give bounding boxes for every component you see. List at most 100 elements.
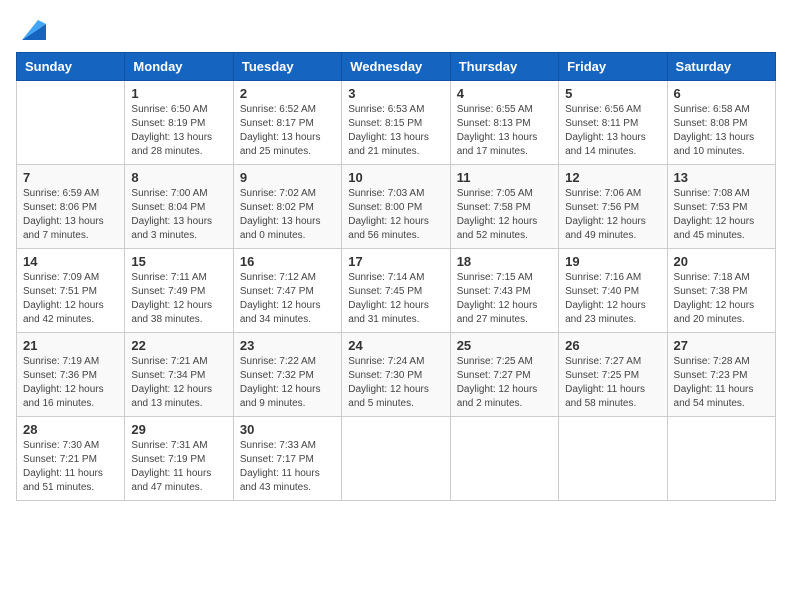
header-saturday: Saturday [667,53,775,81]
calendar-header: SundayMondayTuesdayWednesdayThursdayFrid… [17,53,776,81]
calendar-cell: 9 Sunrise: 7:02 AM Sunset: 8:02 PM Daylig… [233,165,341,249]
day-info: Sunrise: 7:03 AM Sunset: 8:00 PM Dayligh… [348,187,443,243]
day-info: Sunrise: 6:50 AM Sunset: 8:19 PM Dayligh… [131,103,226,159]
day-number: 23 [240,338,335,353]
calendar-cell: 22Sunrise: 7:21 AM Sunset: 7:34 PM Dayli… [125,333,233,417]
header-wednesday: Wednesday [342,53,450,81]
day-number: 6 [674,86,769,101]
calendar-cell: 13Sunrise: 7:08 AM Sunset: 7:53 PM Dayli… [667,165,775,249]
calendar-cell: 16 Sunrise: 7:12 AM Sunset: 7:47 PM Dayli… [233,249,341,333]
calendar-cell [450,417,558,501]
calendar-cell: 1Sunrise: 6:50 AM Sunset: 8:19 PM Daylig… [125,81,233,165]
day-number: 8 [131,170,226,185]
day-number: 18 [457,254,552,269]
calendar-cell: 21 Sunrise: 7:19 AM Sunset: 7:36 PM Dayli… [17,333,125,417]
day-info: Sunrise: 7:05 AM Sunset: 7:58 PM Dayligh… [457,187,552,243]
week-row-4: 28Sunrise: 7:30 AM Sunset: 7:21 PM Dayli… [17,417,776,501]
day-info: Sunrise: 6:56 AM Sunset: 8:11 PM Dayligh… [565,103,660,159]
week-row-1: 7Sunrise: 6:59 AM Sunset: 8:06 PM Daylig… [17,165,776,249]
day-number: 9 [240,170,335,185]
day-info: Sunrise: 6:55 AM Sunset: 8:13 PM Dayligh… [457,103,552,159]
day-info: Sunrise: 6:53 AM Sunset: 8:15 PM Dayligh… [348,103,443,159]
calendar-cell: 10 Sunrise: 7:03 AM Sunset: 8:00 PM Dayli… [342,165,450,249]
calendar-cell: 3Sunrise: 6:53 AM Sunset: 8:15 PM Daylig… [342,81,450,165]
day-info: Sunrise: 7:30 AM Sunset: 7:21 PM Dayligh… [23,439,118,495]
logo-icon [18,16,46,44]
day-info: Sunrise: 7:21 AM Sunset: 7:34 PM Dayligh… [131,355,226,411]
header-sunday: Sunday [17,53,125,81]
calendar-cell: 2 Sunrise: 6:52 AM Sunset: 8:17 PM Daylig… [233,81,341,165]
calendar-cell: 19 Sunrise: 7:16 AM Sunset: 7:40 PM Dayli… [559,249,667,333]
calendar-cell [559,417,667,501]
calendar-cell: 23 Sunrise: 7:22 AM Sunset: 7:32 PM Dayli… [233,333,341,417]
day-number: 2 [240,86,335,101]
header-friday: Friday [559,53,667,81]
day-info: Sunrise: 7:16 AM Sunset: 7:40 PM Dayligh… [565,271,660,327]
header-thursday: Thursday [450,53,558,81]
calendar-cell: 4Sunrise: 6:55 AM Sunset: 8:13 PM Daylig… [450,81,558,165]
day-info: Sunrise: 7:25 AM Sunset: 7:27 PM Dayligh… [457,355,552,411]
day-number: 25 [457,338,552,353]
day-number: 17 [348,254,443,269]
day-number: 24 [348,338,443,353]
calendar-cell: 26Sunrise: 7:27 AM Sunset: 7:25 PM Dayli… [559,333,667,417]
day-number: 5 [565,86,660,101]
calendar-cell: 15 Sunrise: 7:11 AM Sunset: 7:49 PM Dayli… [125,249,233,333]
calendar-cell: 14Sunrise: 7:09 AM Sunset: 7:51 PM Dayli… [17,249,125,333]
calendar-cell: 24 Sunrise: 7:24 AM Sunset: 7:30 PM Dayli… [342,333,450,417]
calendar-cell: 28Sunrise: 7:30 AM Sunset: 7:21 PM Dayli… [17,417,125,501]
calendar-cell: 20Sunrise: 7:18 AM Sunset: 7:38 PM Dayli… [667,249,775,333]
day-info: Sunrise: 7:00 AM Sunset: 8:04 PM Dayligh… [131,187,226,243]
day-info: Sunrise: 7:18 AM Sunset: 7:38 PM Dayligh… [674,271,769,327]
day-info: Sunrise: 7:06 AM Sunset: 7:56 PM Dayligh… [565,187,660,243]
calendar-cell: 8 Sunrise: 7:00 AM Sunset: 8:04 PM Daylig… [125,165,233,249]
calendar-cell: 18 Sunrise: 7:15 AM Sunset: 7:43 PM Dayli… [450,249,558,333]
calendar-cell: 11 Sunrise: 7:05 AM Sunset: 7:58 PM Dayli… [450,165,558,249]
day-number: 12 [565,170,660,185]
day-info: Sunrise: 7:11 AM Sunset: 7:49 PM Dayligh… [131,271,226,327]
day-number: 26 [565,338,660,353]
day-info: Sunrise: 7:14 AM Sunset: 7:45 PM Dayligh… [348,271,443,327]
header-row: SundayMondayTuesdayWednesdayThursdayFrid… [17,53,776,81]
calendar-cell: 25 Sunrise: 7:25 AM Sunset: 7:27 PM Dayli… [450,333,558,417]
calendar-cell: 29 Sunrise: 7:31 AM Sunset: 7:19 PM Dayli… [125,417,233,501]
calendar-cell: 5 Sunrise: 6:56 AM Sunset: 8:11 PM Daylig… [559,81,667,165]
day-number: 19 [565,254,660,269]
calendar-cell [667,417,775,501]
calendar-cell: 7Sunrise: 6:59 AM Sunset: 8:06 PM Daylig… [17,165,125,249]
day-info: Sunrise: 6:52 AM Sunset: 8:17 PM Dayligh… [240,103,335,159]
calendar-cell: 30Sunrise: 7:33 AM Sunset: 7:17 PM Dayli… [233,417,341,501]
day-number: 10 [348,170,443,185]
day-info: Sunrise: 7:22 AM Sunset: 7:32 PM Dayligh… [240,355,335,411]
calendar-body: 1Sunrise: 6:50 AM Sunset: 8:19 PM Daylig… [17,81,776,501]
day-info: Sunrise: 7:15 AM Sunset: 7:43 PM Dayligh… [457,271,552,327]
week-row-2: 14Sunrise: 7:09 AM Sunset: 7:51 PM Dayli… [17,249,776,333]
week-row-3: 21 Sunrise: 7:19 AM Sunset: 7:36 PM Dayli… [17,333,776,417]
day-info: Sunrise: 6:58 AM Sunset: 8:08 PM Dayligh… [674,103,769,159]
day-number: 27 [674,338,769,353]
calendar-cell [342,417,450,501]
logo [16,16,46,44]
day-number: 11 [457,170,552,185]
page-header [16,16,776,44]
day-info: Sunrise: 7:02 AM Sunset: 8:02 PM Dayligh… [240,187,335,243]
day-number: 13 [674,170,769,185]
day-info: Sunrise: 7:33 AM Sunset: 7:17 PM Dayligh… [240,439,335,495]
day-number: 16 [240,254,335,269]
day-number: 29 [131,422,226,437]
day-info: Sunrise: 7:19 AM Sunset: 7:36 PM Dayligh… [23,355,118,411]
day-info: Sunrise: 7:24 AM Sunset: 7:30 PM Dayligh… [348,355,443,411]
calendar-cell [17,81,125,165]
day-info: Sunrise: 7:28 AM Sunset: 7:23 PM Dayligh… [674,355,769,411]
day-number: 21 [23,338,118,353]
day-info: Sunrise: 7:09 AM Sunset: 7:51 PM Dayligh… [23,271,118,327]
day-number: 15 [131,254,226,269]
calendar-cell: 17 Sunrise: 7:14 AM Sunset: 7:45 PM Dayli… [342,249,450,333]
header-tuesday: Tuesday [233,53,341,81]
day-info: Sunrise: 7:12 AM Sunset: 7:47 PM Dayligh… [240,271,335,327]
day-info: Sunrise: 7:31 AM Sunset: 7:19 PM Dayligh… [131,439,226,495]
calendar-cell: 27 Sunrise: 7:28 AM Sunset: 7:23 PM Dayli… [667,333,775,417]
calendar-cell: 12 Sunrise: 7:06 AM Sunset: 7:56 PM Dayli… [559,165,667,249]
day-number: 7 [23,170,118,185]
calendar-table: SundayMondayTuesdayWednesdayThursdayFrid… [16,52,776,501]
